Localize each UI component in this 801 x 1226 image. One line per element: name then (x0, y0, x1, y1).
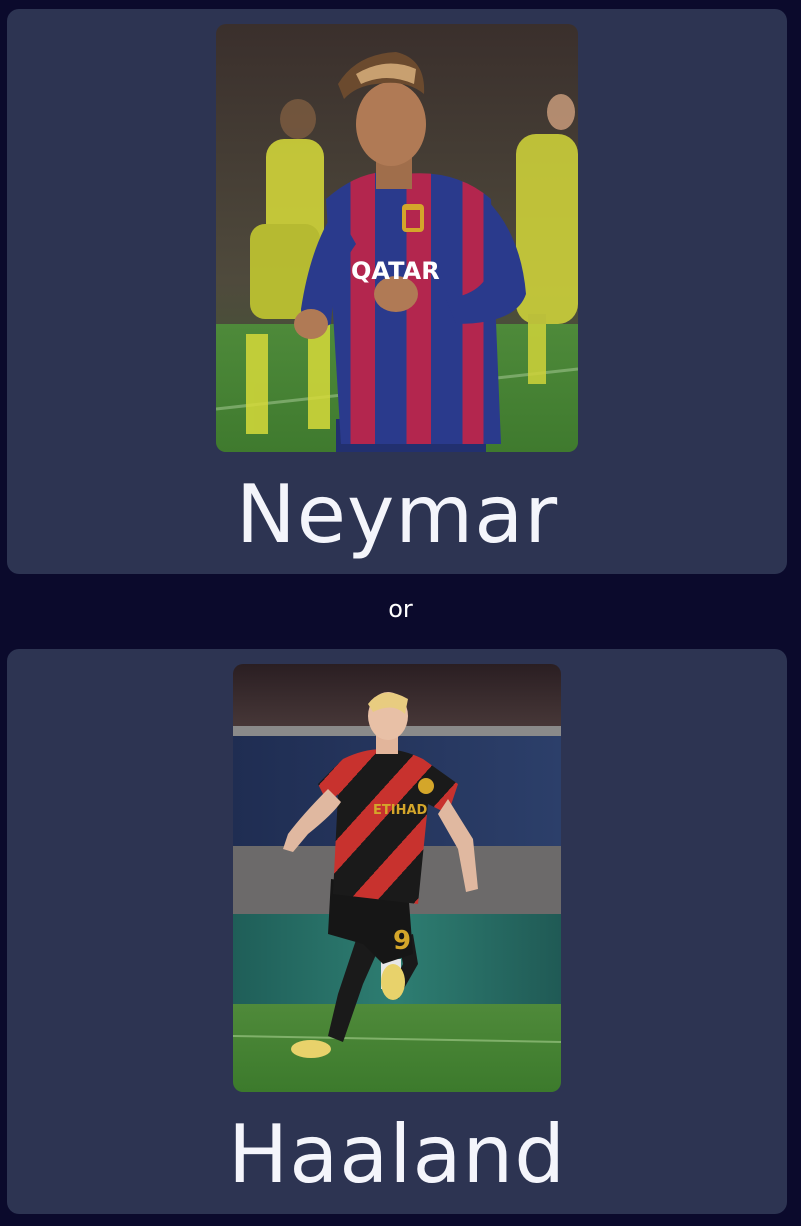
svg-text:QATAR: QATAR (351, 257, 440, 285)
separator-or: or (388, 595, 413, 623)
comparison-page: QATAR Neymar or 9 ETIHAD Haaland (0, 0, 801, 1226)
svg-text:ETIHAD: ETIHAD (373, 803, 428, 818)
option-name-neymar: Neymar (235, 468, 559, 561)
option-card-haaland[interactable]: 9 ETIHAD Haaland (7, 649, 787, 1214)
svg-text:9: 9 (393, 926, 411, 956)
option-name-haaland: Haaland (228, 1108, 566, 1201)
haaland-photo: 9 ETIHAD (233, 664, 561, 1092)
option-card-neymar[interactable]: QATAR Neymar (7, 9, 787, 574)
neymar-photo: QATAR (216, 24, 578, 452)
